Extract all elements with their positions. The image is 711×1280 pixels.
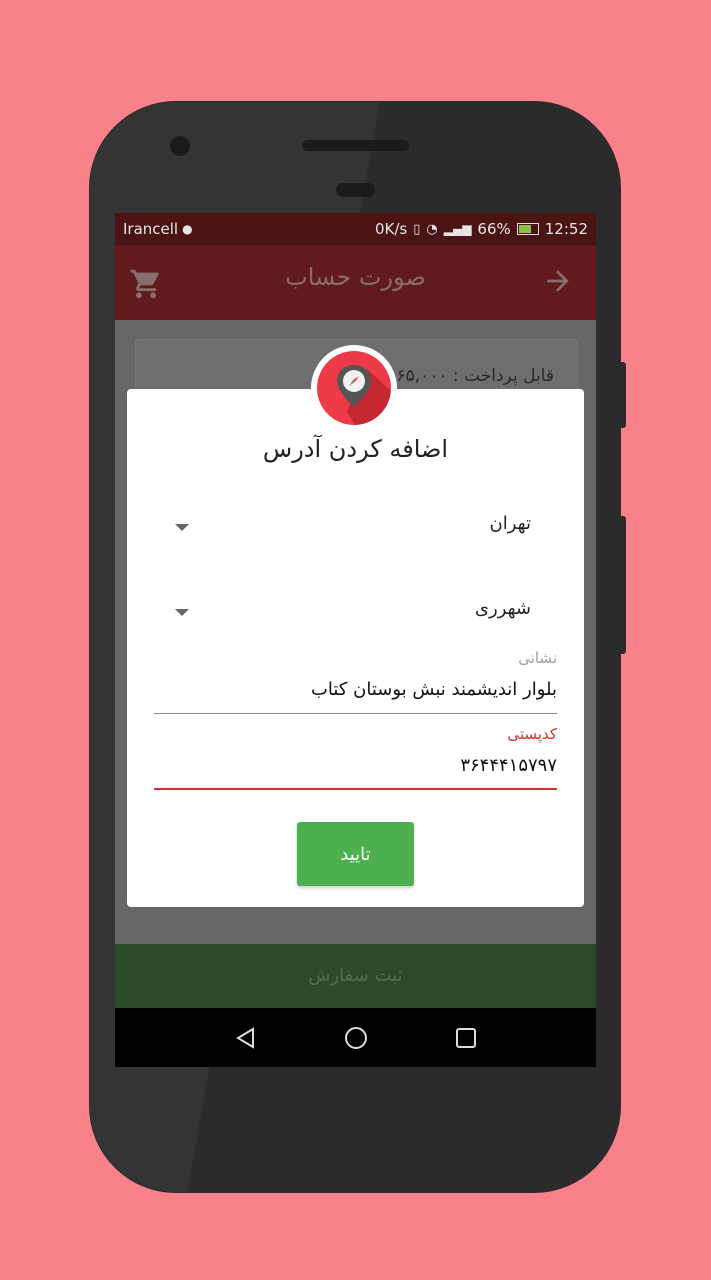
payable-amount: قابل پرداخت : ۶۵,۰۰۰ [396, 366, 554, 386]
chevron-down-icon [175, 609, 189, 616]
chevron-down-icon [175, 524, 189, 531]
add-address-dialog: اضافه کردن آدرس تهران شهرری نشانی بلوار … [127, 389, 584, 907]
confirm-button[interactable]: تایید [297, 822, 414, 886]
front-camera [170, 136, 190, 156]
system-nav-bar [115, 1008, 596, 1067]
submit-order-button[interactable]: ثبت سفارش [115, 944, 596, 1008]
app-bar: صورت حساب [115, 245, 596, 320]
network-speed: 0K/s [374, 220, 408, 238]
arrow-right-icon[interactable] [542, 265, 574, 297]
page-title: صورت حساب [285, 263, 426, 291]
power-button [620, 362, 626, 428]
province-value: تهران [489, 513, 531, 534]
city-dropdown[interactable]: شهرری [171, 592, 531, 632]
address-field[interactable]: بلوار اندیشمند نبش بوستان کتاب [311, 679, 557, 700]
dialog-title: اضافه کردن آدرس [262, 435, 449, 463]
wifi-icon: ◔ [426, 221, 438, 237]
postal-code-label: کدپستی [507, 725, 557, 743]
vibrate-icon: ▯ [413, 221, 421, 237]
postal-code-field[interactable]: ۳۶۴۴۴۱۵۷۹۷ [460, 755, 557, 776]
battery-icon [516, 223, 539, 235]
province-dropdown[interactable]: تهران [171, 507, 531, 547]
data-drop-icon: ● [182, 222, 193, 236]
carrier-name: Irancell [123, 220, 179, 238]
location-compass-icon [317, 351, 391, 425]
dialog-badge [311, 345, 397, 431]
earpiece-speaker [302, 140, 409, 151]
address-underline [154, 713, 557, 714]
battery-percent: 66% [477, 220, 511, 238]
city-value: شهرری [474, 598, 531, 619]
nav-recents-icon[interactable] [454, 1026, 478, 1050]
signal-icon: ▂▄▆ [443, 222, 472, 236]
volume-button [620, 516, 626, 654]
nav-back-icon[interactable] [234, 1026, 258, 1050]
nav-home-icon[interactable] [344, 1026, 368, 1050]
proximity-sensor [336, 183, 375, 197]
status-bar: Irancell ● 0K/s ▯ ◔ ▂▄▆ 66% 12:52 [115, 213, 596, 245]
postal-code-underline [154, 788, 557, 790]
address-label: نشانی [518, 649, 557, 667]
clock: 12:52 [544, 220, 588, 238]
